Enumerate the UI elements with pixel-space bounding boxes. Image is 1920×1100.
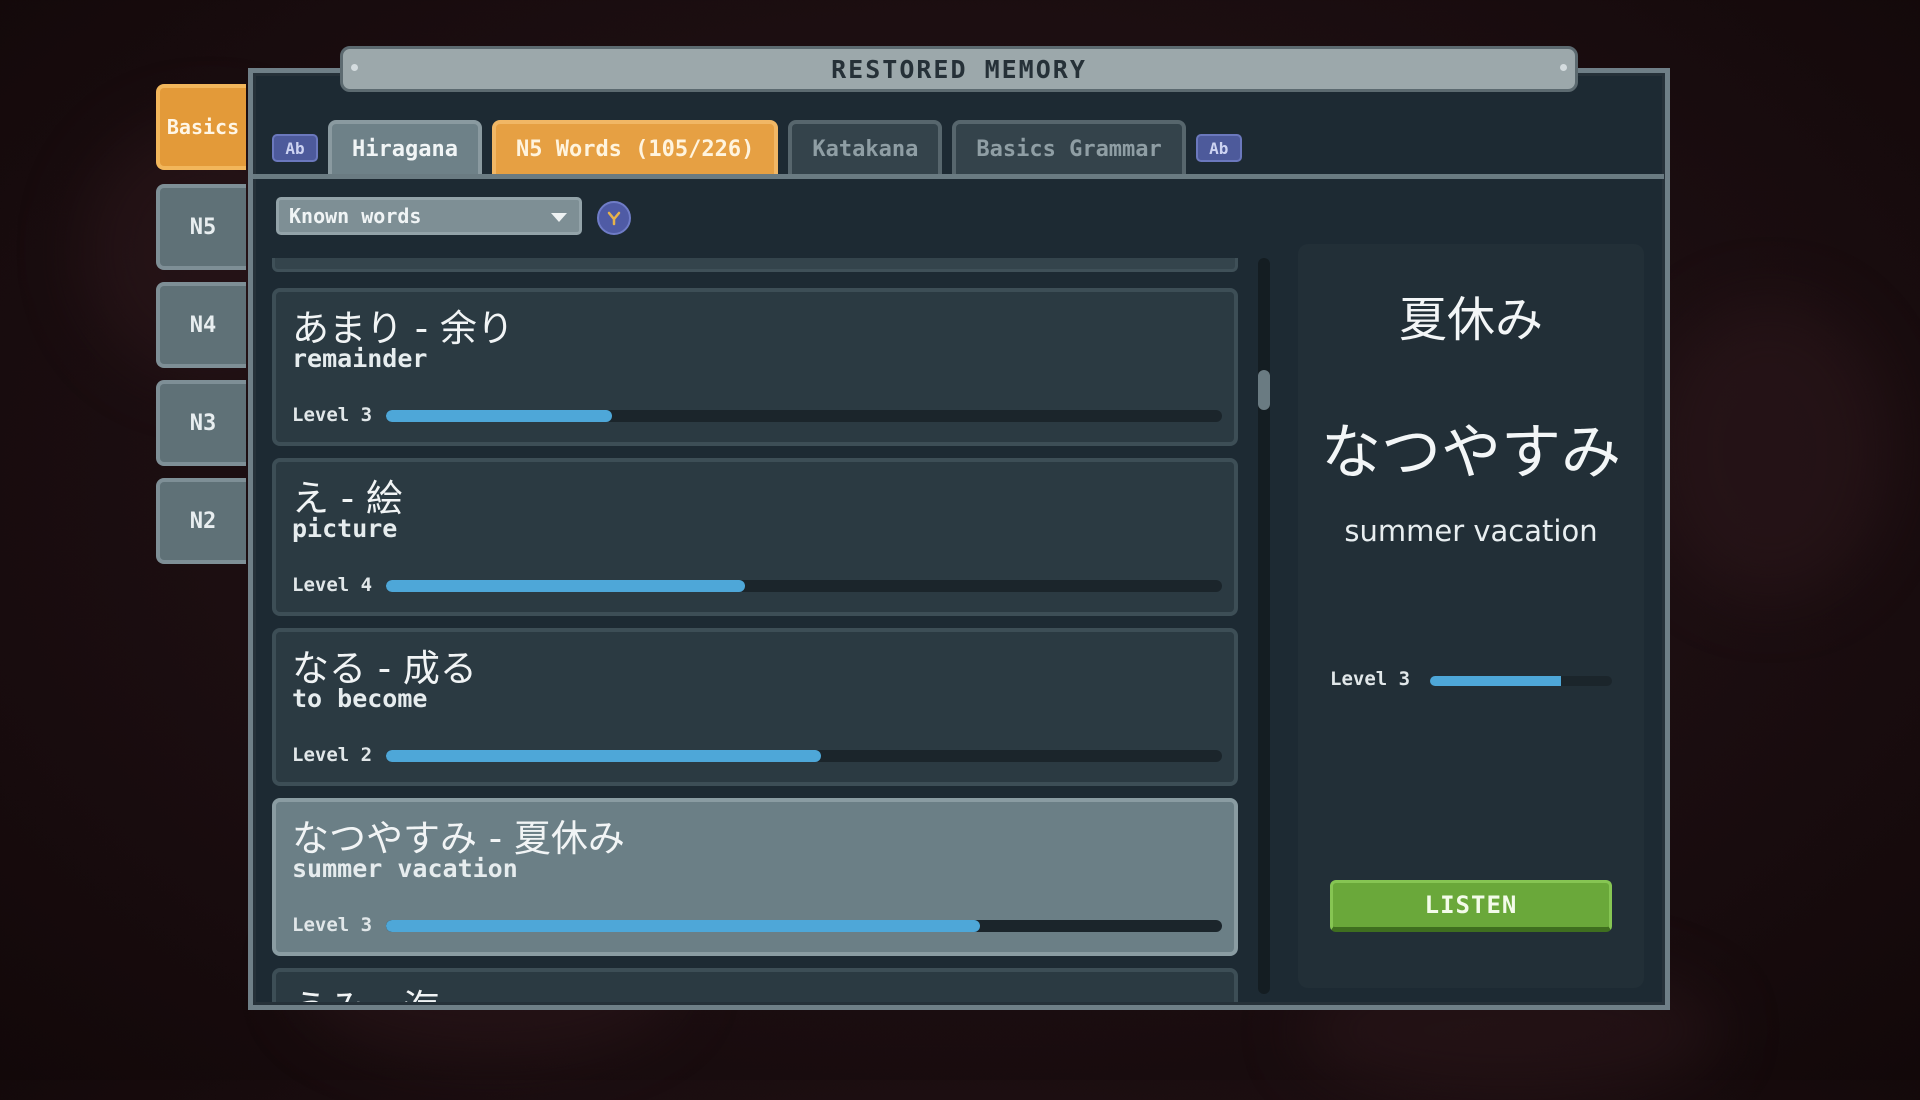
detail-progress-bar (1430, 676, 1612, 686)
detail-kanji: 夏休み (1398, 292, 1543, 348)
window-title: RESTORED MEMORY (831, 54, 1087, 84)
progress-fill (386, 920, 980, 932)
word-meaning: to become (292, 684, 428, 713)
side-tab-n4[interactable]: N4 (156, 282, 246, 368)
detail-level: Level 3 (1330, 668, 1411, 690)
tab-hiragana[interactable]: Hiragana (328, 120, 482, 174)
chevron-down-icon (551, 213, 567, 222)
tab-bar: Ab Hiragana N5 Words (105/226) Katakana … (272, 118, 1242, 174)
side-tab-label: N2 (189, 508, 217, 534)
rivet-icon (351, 64, 358, 71)
filter-icon (607, 211, 621, 226)
side-tab-n3[interactable]: N3 (156, 380, 246, 466)
word-card[interactable]: え - 絵 picture Level 4 (272, 458, 1238, 616)
word-filter-dropdown[interactable]: Known words (276, 197, 582, 235)
side-tab-label: N3 (189, 410, 217, 436)
tab-next-key-icon[interactable]: Ab (1195, 134, 1242, 162)
detail-kana: なつやすみ (1321, 418, 1621, 488)
word-level: Level 2 (292, 744, 373, 766)
word-level: Level 3 (292, 404, 373, 426)
word-progress-bar (386, 920, 1222, 932)
filter-button[interactable] (597, 201, 631, 235)
side-tab-label: N4 (189, 312, 217, 338)
word-progress-bar (386, 410, 1222, 422)
word-progress-bar (386, 750, 1222, 762)
tab-prev-key-icon[interactable]: Ab (272, 134, 318, 162)
side-tab-n5[interactable]: N5 (156, 184, 246, 270)
word-level: Level 4 (292, 574, 373, 596)
progress-fill (386, 750, 821, 762)
word-progress-bar (386, 580, 1222, 592)
word-meaning: picture (292, 514, 398, 543)
list-item[interactable] (272, 258, 1238, 272)
progress-fill (386, 580, 746, 592)
side-tab-label: Basics (166, 115, 240, 139)
word-detail-panel: 夏休み なつやすみ summer vacation Level 3 LISTEN (1298, 244, 1644, 988)
word-level: Level 3 (292, 914, 373, 936)
list-scrollbar[interactable] (1258, 258, 1270, 994)
side-tab-basics[interactable]: Basics (156, 84, 246, 170)
word-japanese: うみ - 海 (292, 978, 440, 1002)
dropdown-value: Known words (289, 204, 422, 228)
side-tab-n2[interactable]: N2 (156, 478, 246, 564)
tab-katakana[interactable]: Katakana (788, 120, 943, 174)
tab-divider (253, 174, 1664, 179)
detail-meaning: summer vacation (1344, 514, 1598, 548)
progress-fill (1430, 676, 1562, 686)
progress-fill (386, 410, 612, 422)
word-list[interactable]: あまり - 余り remainder Level 3 え - 絵 picture… (272, 258, 1242, 1002)
word-meaning: remainder (292, 344, 428, 373)
listen-button[interactable]: LISTEN (1330, 880, 1612, 932)
rivet-icon (1560, 64, 1567, 71)
tab-n5-words[interactable]: N5 Words (105/226) (491, 120, 779, 174)
title-bar: RESTORED MEMORY (340, 46, 1578, 92)
word-card[interactable]: あまり - 余り remainder Level 3 (272, 288, 1238, 446)
word-card-selected[interactable]: なつやすみ - 夏休み summer vacation Level 3 (272, 798, 1238, 956)
word-card[interactable]: うみ - 海 (272, 968, 1238, 1002)
side-tab-label: N5 (189, 214, 217, 240)
tab-basics-grammar[interactable]: Basics Grammar (952, 120, 1186, 174)
word-meaning: summer vacation (292, 854, 518, 883)
word-card[interactable]: なる - 成る to become Level 2 (272, 628, 1238, 786)
scrollbar-thumb[interactable] (1258, 370, 1270, 410)
